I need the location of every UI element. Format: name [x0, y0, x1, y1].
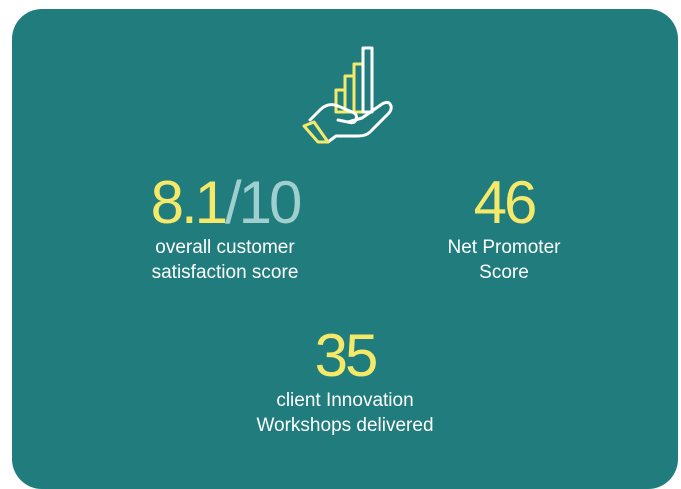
- csat-label-line1: overall customer: [155, 237, 295, 258]
- nps-label-line1: Net Promoter: [447, 237, 561, 258]
- csat-score: 8.1: [150, 169, 228, 236]
- csat-label: overall customer satisfaction score: [87, 235, 363, 285]
- csat-denominator: /10: [225, 169, 302, 236]
- nps-stat: 46 Net Promoter Score: [374, 171, 634, 285]
- csat-stat: 8.1/10 overall customer satisfaction sco…: [87, 171, 363, 285]
- nps-label-line2: Score: [479, 262, 529, 283]
- workshops-value: 35: [314, 322, 379, 389]
- nps-value: 46: [473, 169, 538, 236]
- csat-value: 8.1/10: [87, 171, 363, 235]
- workshops-label-line1: client Innovation: [276, 390, 414, 411]
- csat-label-line2: satisfaction score: [151, 262, 299, 283]
- workshops-label-line2: Workshops delivered: [256, 415, 434, 436]
- hand-holding-growth-chart-icon: [300, 46, 396, 146]
- workshops-label: client Innovation Workshops delivered: [192, 388, 498, 438]
- stats-card: 8.1/10 overall customer satisfaction sco…: [12, 9, 678, 489]
- nps-label: Net Promoter Score: [374, 235, 634, 285]
- workshops-stat: 35 client Innovation Workshops delivered: [192, 324, 498, 438]
